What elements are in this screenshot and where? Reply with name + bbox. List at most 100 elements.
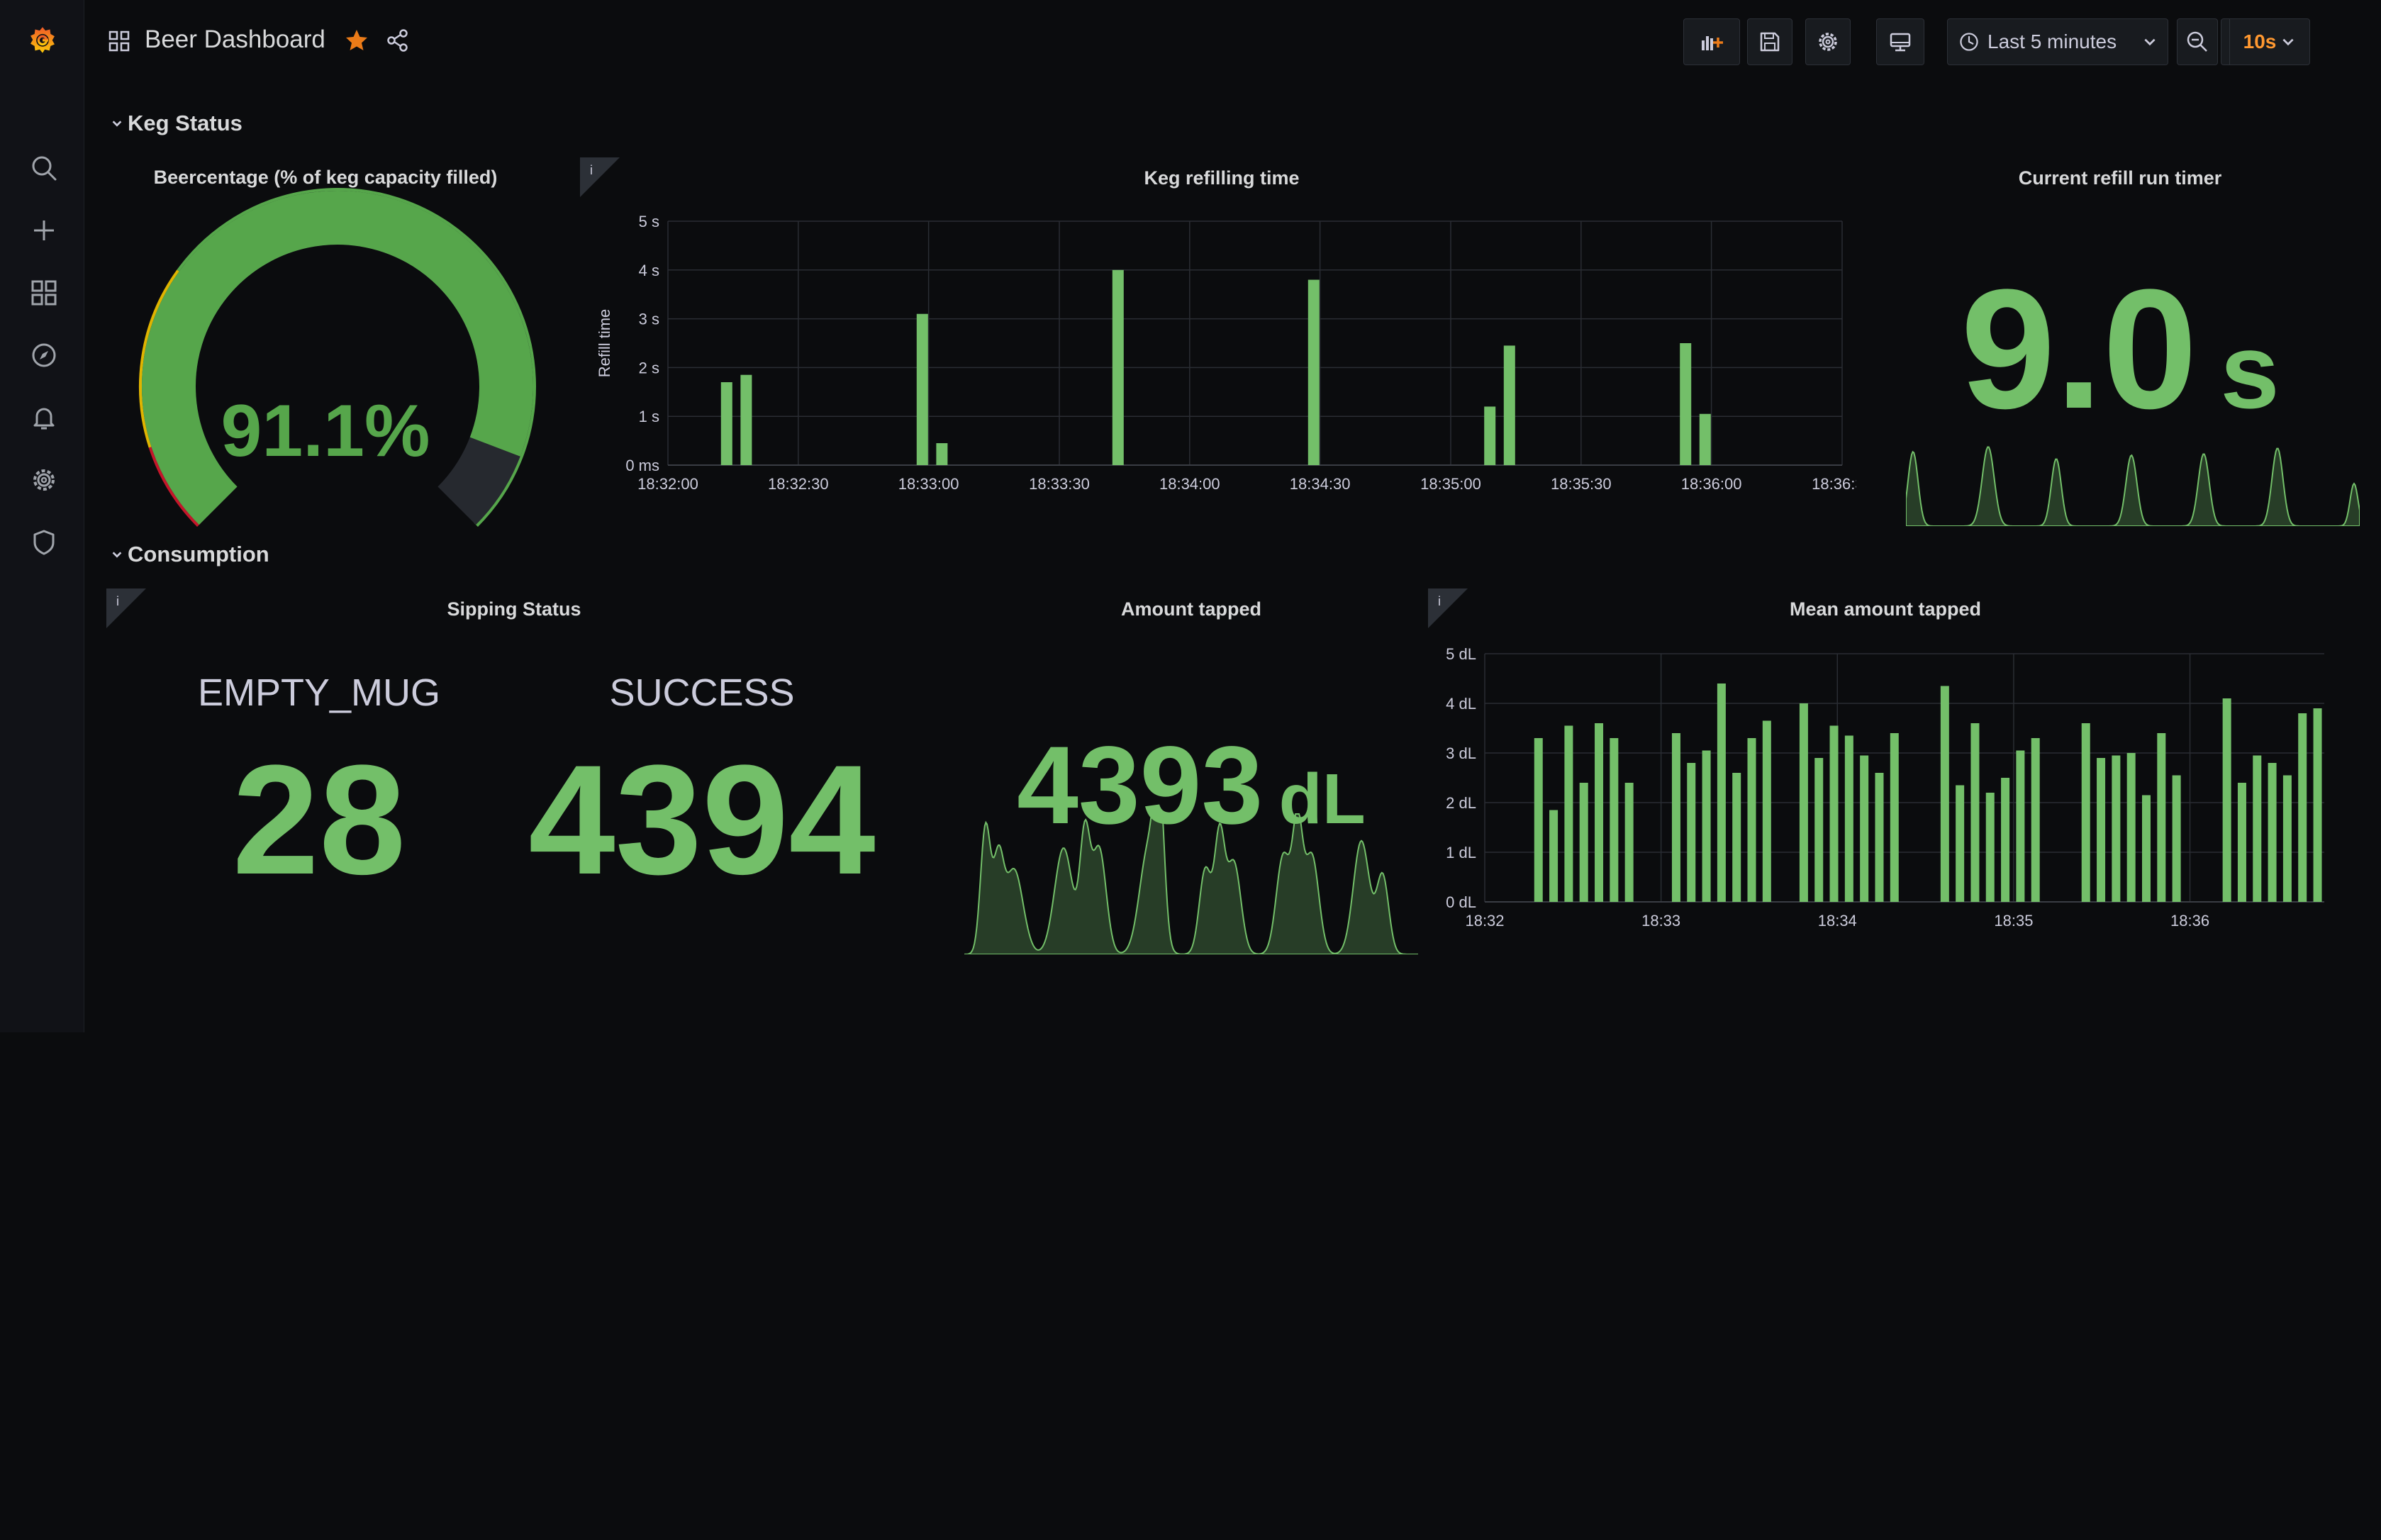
add-panel-button[interactable] bbox=[1683, 18, 1740, 65]
side-menu bbox=[0, 0, 84, 1032]
time-range-label: Last 5 minutes bbox=[1987, 30, 2117, 52]
panel-title[interactable]: Amount tapped bbox=[964, 598, 1418, 620]
save-icon bbox=[1760, 32, 1780, 52]
bar bbox=[2172, 775, 2181, 902]
chevron-down-icon bbox=[2144, 38, 2156, 46]
panel-title[interactable]: Current refill run timer bbox=[1872, 167, 2368, 189]
bar bbox=[1970, 723, 1980, 902]
bar bbox=[1610, 738, 1619, 902]
refill-timer-stat: 9.0 s bbox=[1872, 264, 2368, 434]
y-tick-label: 0 dL bbox=[1446, 893, 1476, 911]
refill-chart: 0 ms 1 s 2 s 3 s 4 s 5 s 18:32:00 18:32:30 18:33… bbox=[596, 213, 1856, 493]
bar bbox=[2141, 795, 2151, 902]
x-tick-label: 18:34 bbox=[1818, 912, 1857, 930]
amount-tapped-sparkline bbox=[964, 1398, 1418, 1540]
bar bbox=[1799, 703, 1808, 902]
bar bbox=[2222, 698, 2231, 902]
bar bbox=[1732, 773, 1741, 902]
x-tick-label: 18:36:00 bbox=[1681, 475, 1742, 493]
bar bbox=[1747, 738, 1756, 902]
explore-compass-icon[interactable] bbox=[28, 339, 60, 372]
sparkline-area bbox=[964, 813, 1418, 954]
sipping-stat-value: 28 bbox=[232, 732, 406, 907]
bar bbox=[1762, 720, 1771, 902]
search-icon[interactable] bbox=[28, 152, 60, 184]
bar bbox=[1503, 345, 1515, 465]
bar bbox=[1985, 793, 1995, 902]
bar bbox=[1956, 785, 1965, 902]
y-tick-label: 1 s bbox=[639, 408, 659, 425]
panel-title[interactable]: Keg refilling time bbox=[580, 167, 1863, 189]
dashboard-title[interactable]: Beer Dashboard bbox=[145, 26, 325, 54]
zoom-out-icon bbox=[2187, 31, 2207, 52]
bar bbox=[1564, 725, 1573, 902]
y-tick-label: 1 dL bbox=[1446, 844, 1476, 861]
x-tick-label: 18:35 bbox=[1994, 912, 2033, 930]
bar bbox=[1624, 783, 1634, 902]
y-tick-label: 5 s bbox=[639, 213, 659, 230]
y-tick-label: 2 dL bbox=[1446, 794, 1476, 812]
sipping-status-panel: i Sipping Status EMPTY_MUG 28 SUCCESS 43… bbox=[106, 588, 922, 957]
bar bbox=[1844, 735, 1853, 902]
refill-timer-value: 9.0 bbox=[1961, 254, 2197, 444]
x-tick-label: 18:36:30 bbox=[1812, 475, 1856, 493]
bar bbox=[2081, 723, 2090, 902]
gauge-svg bbox=[139, 188, 536, 527]
bar bbox=[1680, 343, 1692, 465]
panel-title[interactable]: Sipping Status bbox=[106, 598, 922, 620]
x-tick-label: 18:32:00 bbox=[637, 475, 698, 493]
bar bbox=[740, 374, 752, 465]
gauge-panel: Beercentage (% of keg capacity filled) 9… bbox=[104, 152, 547, 528]
bar bbox=[2157, 733, 2166, 902]
row-toggle-consumption[interactable]: Consumption bbox=[111, 542, 269, 567]
bar bbox=[1717, 683, 1726, 902]
chevron-down-icon bbox=[2282, 38, 2294, 46]
bar bbox=[2282, 775, 2292, 902]
y-tick-label: 3 dL bbox=[1446, 744, 1476, 762]
keg-refilling-time-panel: i Keg refilling time 0 ms 1 s2 s3 s4 s5 s… bbox=[580, 157, 1856, 526]
bar bbox=[720, 382, 732, 465]
alerting-bell-icon[interactable] bbox=[28, 401, 60, 434]
star-icon[interactable] bbox=[345, 28, 369, 52]
y-tick-label: 4 s bbox=[639, 262, 659, 279]
x-tick-label: 18:35:30 bbox=[1551, 475, 1612, 493]
bar bbox=[1875, 773, 1884, 902]
bar bbox=[1860, 755, 1869, 902]
plus-icon[interactable] bbox=[28, 214, 60, 247]
bar bbox=[1112, 269, 1124, 465]
sparkline-area bbox=[1906, 446, 2360, 526]
x-tick-label: 18:34:00 bbox=[1159, 475, 1220, 493]
server-admin-shield-icon[interactable] bbox=[28, 526, 60, 559]
sipping-stat-label: EMPTY_MUG bbox=[197, 671, 441, 714]
time-picker-button[interactable]: Last 5 minutes bbox=[1947, 18, 2168, 65]
row-toggle-keg-status[interactable]: Keg Status bbox=[111, 111, 242, 136]
bar bbox=[1484, 406, 1496, 465]
save-dashboard-button[interactable] bbox=[1747, 18, 1792, 65]
y-axis-label: Refill time bbox=[596, 309, 613, 378]
y-tick-label: 3 s bbox=[639, 311, 659, 328]
bar bbox=[1579, 783, 1588, 902]
grafana-logo-icon[interactable] bbox=[24, 21, 61, 58]
zoom-out-button[interactable] bbox=[2177, 18, 2218, 65]
dashboard-settings-button[interactable] bbox=[1805, 18, 1851, 65]
dashboard-grid-icon bbox=[108, 30, 130, 52]
dashboards-grid-icon[interactable] bbox=[28, 277, 60, 309]
row-title-keg-status: Keg Status bbox=[128, 111, 242, 135]
view-mode-button[interactable] bbox=[1876, 18, 1924, 65]
bar bbox=[2001, 778, 2010, 902]
gear-icon bbox=[1819, 33, 1837, 51]
row-title-consumption: Consumption bbox=[128, 542, 269, 567]
panel-title[interactable]: Mean amount tapped bbox=[1428, 598, 2343, 620]
clock-icon bbox=[1960, 33, 1978, 51]
sipping-stat-value: 4394 bbox=[528, 732, 876, 907]
bar bbox=[2112, 755, 2121, 902]
bar bbox=[2268, 763, 2277, 902]
share-icon[interactable] bbox=[386, 28, 410, 52]
bar bbox=[2237, 783, 2246, 902]
bar bbox=[1890, 733, 1899, 902]
sipping-stat-label: SUCCESS bbox=[609, 671, 795, 714]
bar bbox=[1307, 279, 1320, 465]
x-tick-label: 18:33:30 bbox=[1029, 475, 1090, 493]
configuration-gear-icon[interactable] bbox=[28, 464, 60, 496]
refresh-interval-picker[interactable]: 10s bbox=[2229, 18, 2310, 65]
